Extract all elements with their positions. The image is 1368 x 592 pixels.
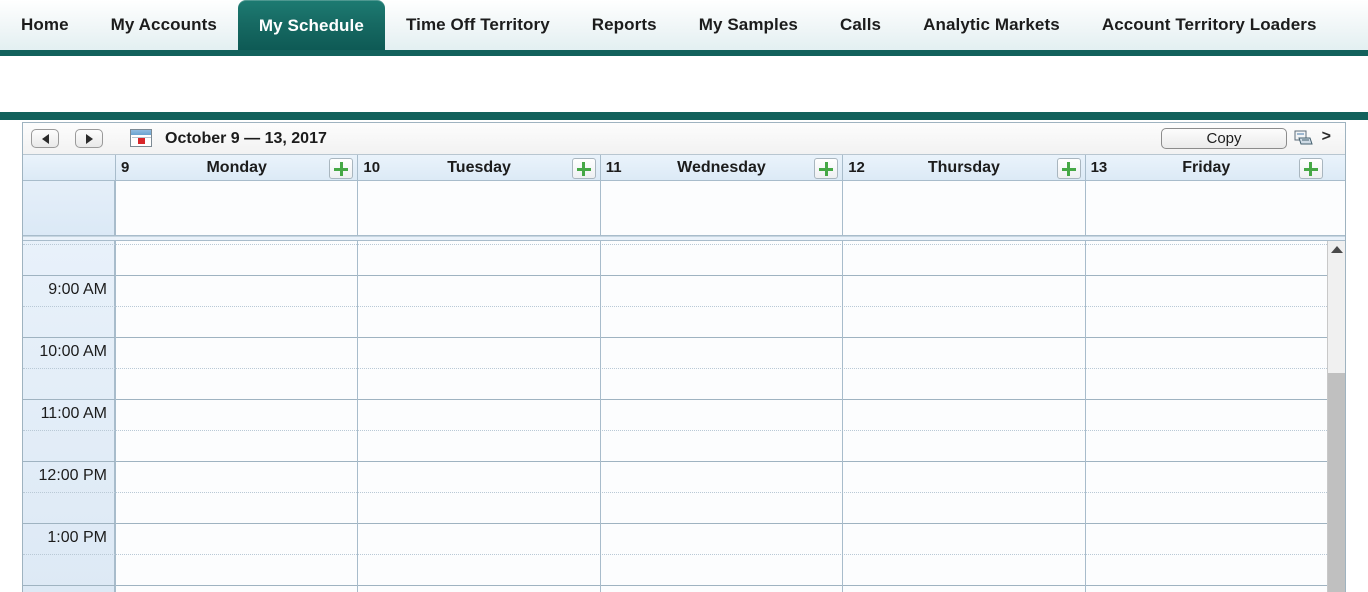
all-day-event-band <box>23 181 1345 236</box>
add-event-plus-icon[interactable] <box>329 158 354 179</box>
day-header-wednesday[interactable]: 11 Wednesday <box>599 155 842 181</box>
scrollbar-thumb[interactable] <box>1328 373 1345 592</box>
date-picker-icon[interactable] <box>130 129 152 147</box>
triangle-up-icon <box>1330 246 1343 253</box>
add-event-plus-icon[interactable] <box>814 158 839 179</box>
main-navigation-bar: Home My Accounts My Schedule Time Off Terri… <box>0 0 1368 56</box>
print-preview-icon[interactable] <box>1294 130 1314 148</box>
add-event-plus-icon[interactable] <box>571 158 596 179</box>
time-grid: 9:00 AM 10:00 AM 11:00 AM 12:00 PM 1:00 PM <box>23 241 1345 592</box>
next-week-button[interactable] <box>75 129 103 148</box>
day-header-row: 9 Monday 10 Tuesday 11 Wednesday 12 Thursday 13 F… <box>23 155 1345 181</box>
column-divider <box>842 241 844 592</box>
nav-tab-time-off-territory[interactable]: Time Off Territory <box>385 0 571 50</box>
time-label: 10:00 AM <box>39 343 107 360</box>
copy-button[interactable]: Copy <box>1161 128 1287 149</box>
toolbar-underline <box>0 112 1368 120</box>
nav-tab-my-accounts[interactable]: My Accounts <box>90 0 238 50</box>
nav-tab-calls[interactable]: Calls <box>819 0 902 50</box>
day-header-friday[interactable]: 13 Friday <box>1084 155 1327 181</box>
time-label: 9:00 AM <box>48 281 107 298</box>
time-label: 12:00 PM <box>38 467 107 484</box>
hour-divider <box>23 585 1345 586</box>
add-event-plus-icon[interactable] <box>1298 158 1323 179</box>
all-day-gutter <box>23 181 115 235</box>
time-label: 11:00 AM <box>40 405 107 422</box>
hour-row: 9:00 AM <box>23 275 1345 337</box>
calendar-view-toolbar: 1Day7Week31Month↻CycleShow work weekShow… <box>0 56 1368 161</box>
date-picker-header <box>131 130 151 135</box>
all-day-cell-friday[interactable] <box>1084 181 1327 235</box>
day-name: Wednesday <box>677 159 766 176</box>
all-day-cell-tuesday[interactable] <box>357 181 599 235</box>
hour-row: 12:00 PM <box>23 461 1345 523</box>
column-divider <box>1084 241 1086 592</box>
nav-tab-list: Home My Accounts My Schedule Time Off Terri… <box>0 0 1338 50</box>
day-header-tuesday[interactable]: 10 Tuesday <box>357 155 599 181</box>
nav-tab-reports[interactable]: Reports <box>571 0 678 50</box>
half-hour-divider <box>23 554 1345 555</box>
nav-tab-home[interactable]: Home <box>0 0 90 50</box>
vertical-scrollbar[interactable] <box>1327 241 1345 592</box>
print-options-arrow[interactable]: > <box>1322 128 1331 146</box>
day-name: Thursday <box>927 159 1000 176</box>
hour-divider <box>23 337 1345 338</box>
previous-week-button[interactable] <box>31 129 59 148</box>
hour-divider <box>23 523 1345 524</box>
all-day-cell-wednesday[interactable] <box>599 181 842 235</box>
half-hour-divider <box>23 492 1345 493</box>
column-divider <box>357 241 359 592</box>
half-hour-divider <box>23 244 1345 245</box>
scroll-up-button[interactable] <box>1328 241 1345 258</box>
day-name: Tuesday <box>447 159 511 176</box>
hour-row: 1:00 PM <box>23 523 1345 585</box>
hour-row: 11:00 AM <box>23 399 1345 461</box>
hour-row <box>23 241 1345 275</box>
half-hour-divider <box>23 306 1345 307</box>
nav-tab-analytic-markets[interactable]: Analytic Markets <box>902 0 1081 50</box>
hour-row <box>23 585 1345 592</box>
column-divider <box>115 241 116 592</box>
all-day-cell-monday[interactable] <box>115 181 357 235</box>
calendar-header-bar: October 9 — 13, 2017 Copy > <box>23 123 1345 155</box>
nav-tab-my-schedule[interactable]: My Schedule <box>237 0 385 50</box>
time-label: 1:00 PM <box>47 529 107 546</box>
hour-divider <box>23 399 1345 400</box>
half-hour-divider <box>23 430 1345 431</box>
nav-tab-my-samples[interactable]: My Samples <box>678 0 819 50</box>
half-hour-divider <box>23 368 1345 369</box>
hour-divider <box>23 275 1345 276</box>
nav-tab-account-territory-loaders[interactable]: Account Territory Loaders <box>1081 0 1338 50</box>
calendar-date-range-title: October 9 — 13, 2017 <box>165 130 327 147</box>
hour-row: 10:00 AM <box>23 337 1345 399</box>
day-name: Friday <box>1182 159 1231 176</box>
chevron-left-icon <box>41 133 49 144</box>
day-name: Monday <box>206 159 267 176</box>
day-header-monday[interactable]: 9 Monday <box>115 155 357 181</box>
date-picker-marker <box>138 138 145 144</box>
add-event-plus-icon[interactable] <box>1056 158 1081 179</box>
calendar-frame: October 9 — 13, 2017 Copy > 9 Monday 10 Tue… <box>22 122 1346 592</box>
column-divider <box>599 241 601 592</box>
chevron-right-icon <box>85 133 93 144</box>
day-header-thursday[interactable]: 12 Thursday <box>842 155 1084 181</box>
all-day-cell-thursday[interactable] <box>842 181 1084 235</box>
hour-divider <box>23 461 1345 462</box>
